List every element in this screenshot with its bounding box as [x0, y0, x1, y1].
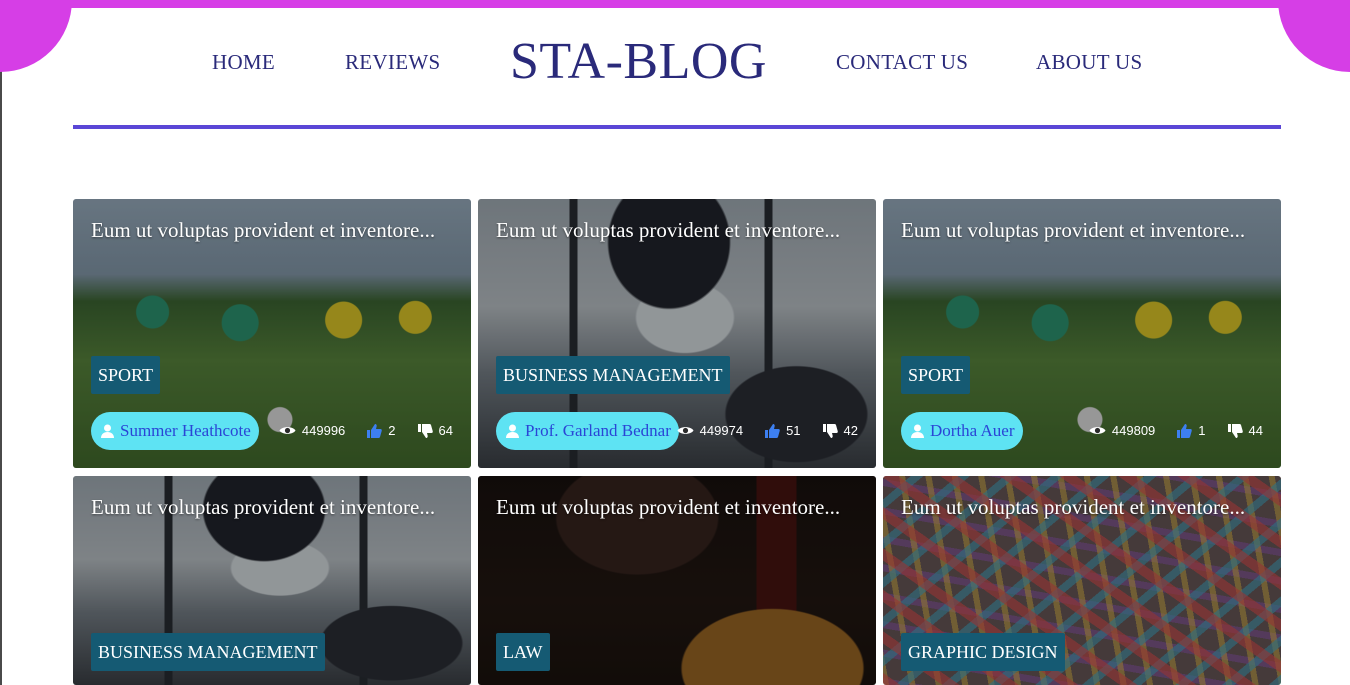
author-name: Prof. Garland Bednar	[525, 421, 671, 440]
post-stats: 449996 2 64	[279, 423, 453, 438]
author-pill[interactable]: Dortha Auer	[901, 412, 1023, 450]
thumbs-down-icon[interactable]	[1227, 423, 1243, 438]
author-name: Dortha Auer	[930, 421, 1015, 440]
thumbs-up-icon[interactable]	[1177, 423, 1193, 438]
post-card[interactable]: Eum ut voluptas provident et inventore..…	[73, 476, 471, 685]
post-card[interactable]: Eum ut voluptas provident et inventore..…	[883, 476, 1281, 685]
post-title[interactable]: Eum ut voluptas provident et inventore..…	[496, 218, 840, 243]
like-count: 1	[1198, 423, 1206, 438]
post-stats: 449974 51 42	[677, 423, 858, 438]
user-icon	[506, 424, 519, 438]
category-badge[interactable]: LAW	[496, 633, 550, 671]
dislike-count: 42	[843, 423, 858, 438]
post-title[interactable]: Eum ut voluptas provident et inventore..…	[91, 495, 435, 520]
nav-home[interactable]: HOME	[212, 50, 275, 75]
nav-reviews[interactable]: REVIEWS	[345, 50, 440, 75]
author-name: Summer Heathcote	[120, 421, 251, 440]
author-pill[interactable]: Summer Heathcote	[91, 412, 259, 450]
view-count: 449974	[699, 423, 744, 438]
category-badge[interactable]: GRAPHIC DESIGN	[901, 633, 1065, 671]
user-icon	[101, 424, 114, 438]
dislike-count: 44	[1248, 423, 1263, 438]
eye-icon	[677, 427, 694, 434]
nav-contact-us[interactable]: CONTACT US	[836, 50, 968, 75]
post-title[interactable]: Eum ut voluptas provident et inventore..…	[496, 495, 840, 520]
post-card[interactable]: Eum ut voluptas provident et inventore..…	[883, 199, 1281, 468]
header-divider	[73, 125, 1281, 129]
post-card[interactable]: Eum ut voluptas provident et inventore..…	[478, 476, 876, 685]
view-count: 449809	[1111, 423, 1156, 438]
category-badge[interactable]: BUSINESS MANAGEMENT	[91, 633, 325, 671]
category-badge[interactable]: BUSINESS MANAGEMENT	[496, 356, 730, 394]
thumbs-up-icon[interactable]	[765, 423, 780, 438]
thumbs-down-icon[interactable]	[417, 423, 433, 438]
post-card[interactable]: Eum ut voluptas provident et inventore..…	[478, 199, 876, 468]
author-pill[interactable]: Prof. Garland Bednar	[496, 412, 679, 450]
thumbs-down-icon[interactable]	[822, 423, 838, 438]
dislike-count: 64	[438, 423, 453, 438]
user-icon	[911, 424, 924, 438]
nav-about-us[interactable]: ABOUT US	[1036, 50, 1142, 75]
eye-icon	[1089, 427, 1106, 434]
eye-icon	[279, 427, 296, 434]
thumbs-up-icon[interactable]	[367, 423, 383, 438]
post-title[interactable]: Eum ut voluptas provident et inventore..…	[901, 495, 1245, 520]
view-count: 449996	[301, 423, 346, 438]
category-badge[interactable]: SPORT	[901, 356, 970, 394]
like-count: 2	[388, 423, 396, 438]
post-title[interactable]: Eum ut voluptas provident et inventore..…	[901, 218, 1245, 243]
main-navigation: HOME REVIEWS STA-BLOG CONTACT US ABOUT U…	[2, 0, 1350, 126]
category-badge[interactable]: SPORT	[91, 356, 160, 394]
post-title[interactable]: Eum ut voluptas provident et inventore..…	[91, 218, 435, 243]
site-logo[interactable]: STA-BLOG	[510, 34, 767, 90]
post-stats: 449809 1 44	[1089, 423, 1263, 438]
like-count: 51	[786, 423, 801, 438]
post-card[interactable]: Eum ut voluptas provident et inventore..…	[73, 199, 471, 468]
